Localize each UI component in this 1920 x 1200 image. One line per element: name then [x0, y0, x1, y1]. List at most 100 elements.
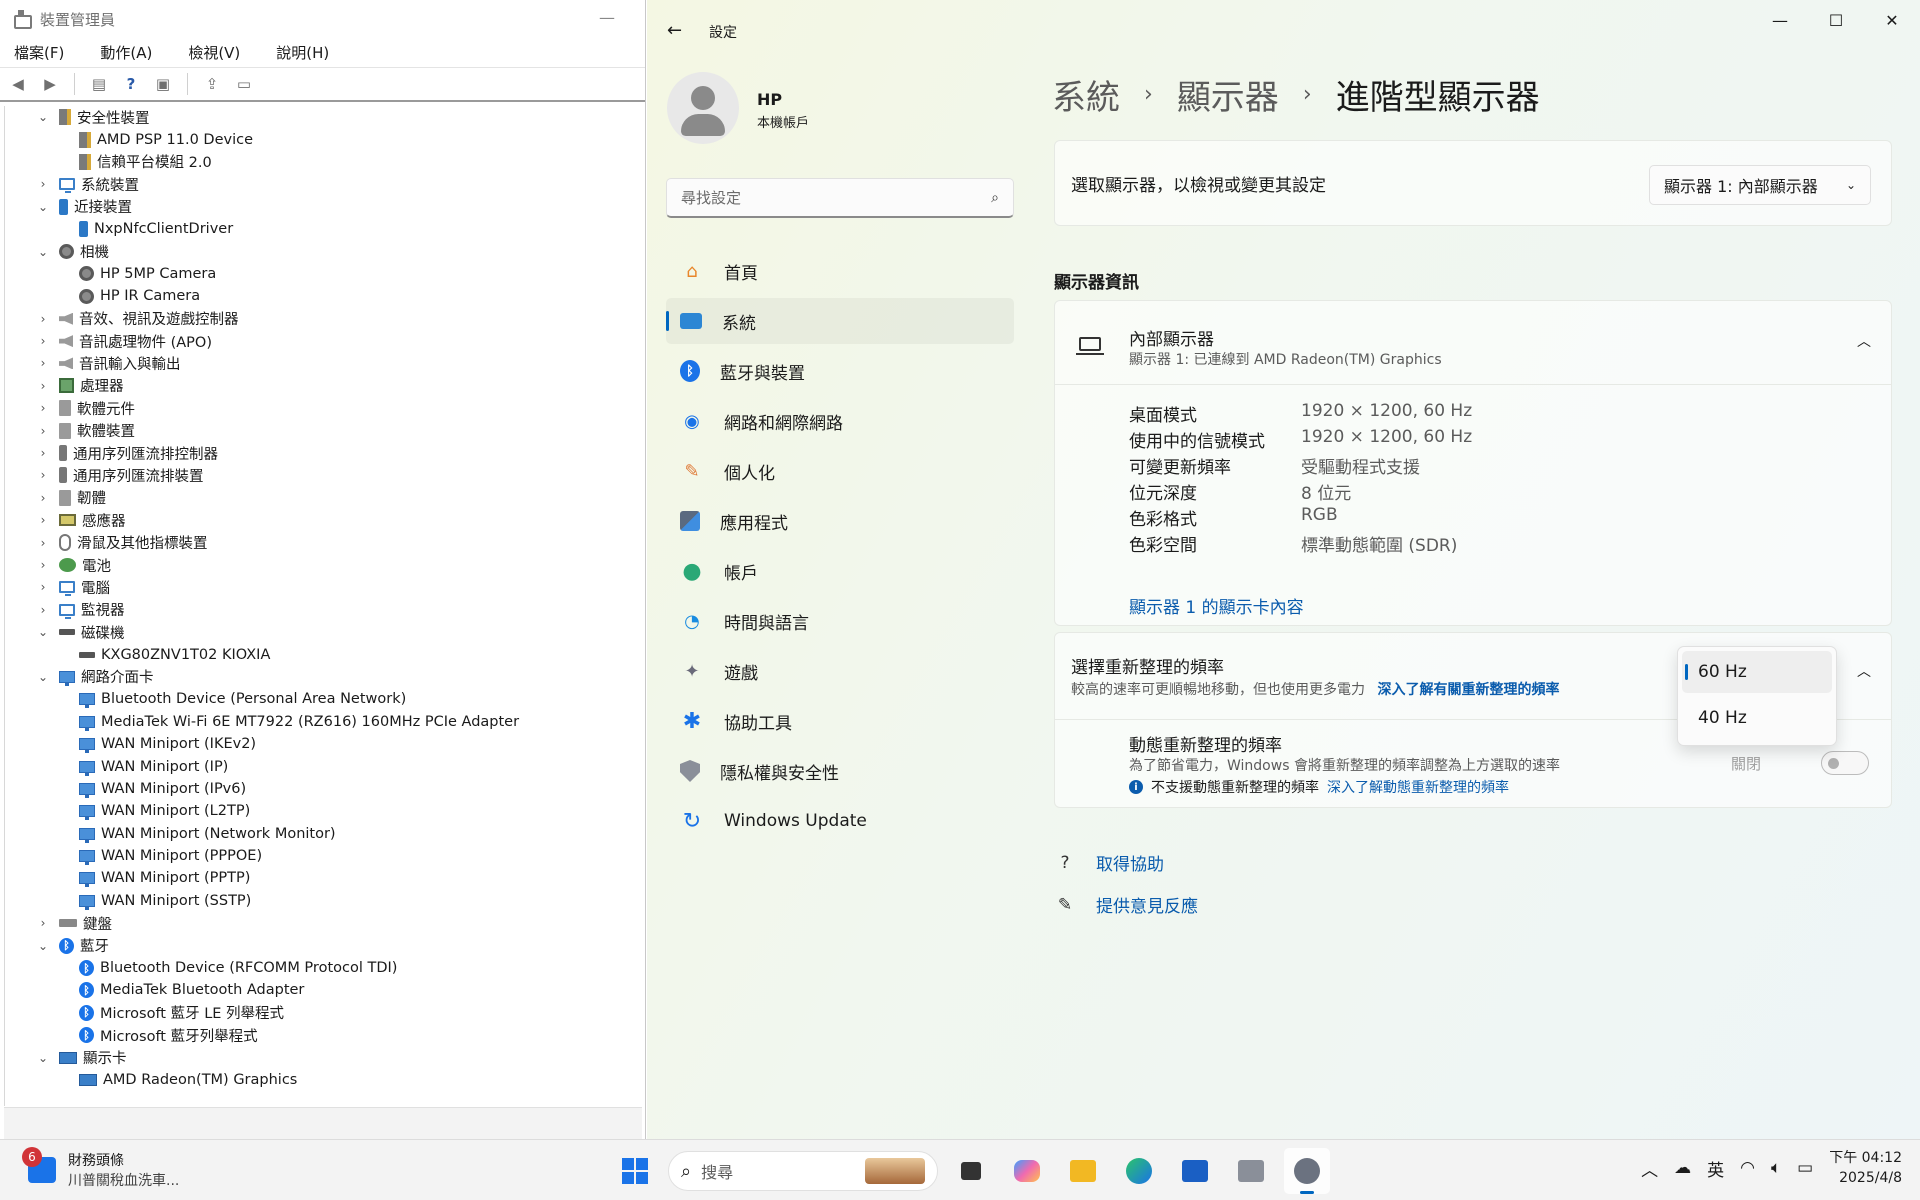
chevron-right-icon[interactable]: › [35, 177, 51, 191]
tree-device-item[interactable]: AMD Radeon(TM) Graphics [5, 1069, 642, 1091]
chevron-right-icon[interactable]: › [35, 491, 51, 505]
tree-device-item[interactable]: ᛒ MediaTek Bluetooth Adapter [5, 979, 642, 1001]
properties-icon[interactable]: ▣ [151, 73, 175, 95]
close-icon[interactable]: ✕ [1864, 0, 1920, 40]
tree-category-item[interactable]: › 通用序列匯流排控制器 [5, 442, 642, 464]
tree-device-item[interactable]: ᛒ Microsoft 藍牙列舉程式 [5, 1024, 642, 1046]
copilot-button[interactable] [1004, 1148, 1050, 1194]
settings-taskbar-button[interactable] [1284, 1148, 1330, 1194]
chevron-up-icon[interactable]: ︿ [1857, 331, 1871, 351]
chevron-down-icon[interactable]: ⌄ [35, 939, 51, 953]
chevron-down-icon[interactable]: ⌄ [35, 110, 51, 124]
tree-category-item[interactable]: ⌄ 相機 [5, 240, 642, 262]
chevron-down-icon[interactable]: ⌄ [35, 625, 51, 639]
chevron-right-icon[interactable]: › [35, 603, 51, 617]
tree-category-item[interactable]: › 韌體 [5, 487, 642, 509]
tree-category-item[interactable]: › 軟體裝置 [5, 419, 642, 441]
chevron-right-icon[interactable]: › [35, 334, 51, 348]
update-driver-icon[interactable]: ⇪ [200, 73, 224, 95]
tree-category-item[interactable]: › 鍵盤 [5, 912, 642, 934]
back-arrow-icon[interactable]: ← [667, 20, 682, 41]
tree-category-item[interactable]: ⌄ 磁碟機 [5, 621, 642, 643]
nav-item[interactable]: 應用程式 [666, 498, 1014, 544]
menu-view[interactable]: 檢視(V) [180, 42, 248, 63]
tree-device-item[interactable]: 信賴平台模組 2.0 [5, 151, 642, 173]
nav-item[interactable]: ✱ 協助工具 [666, 698, 1014, 744]
tree-device-item[interactable]: HP 5MP Camera [5, 263, 642, 285]
chevron-right-icon[interactable]: › [35, 312, 51, 326]
tree-device-item[interactable]: HP IR Camera [5, 285, 642, 307]
display-info-header[interactable]: 內部顯示器 顯示器 1: 已連線到 AMD Radeon(TM) Graphic… [1055, 301, 1891, 385]
volume-icon[interactable]: 🔈︎ [1771, 1158, 1781, 1178]
tree-device-item[interactable]: WAN Miniport (IP) [5, 755, 642, 777]
chevron-up-icon[interactable]: ︿ [1857, 661, 1871, 681]
back-arrow-icon[interactable]: ◀ [6, 73, 30, 95]
nav-item[interactable]: ✦ 遊戲 [666, 648, 1014, 694]
tree-device-item[interactable]: WAN Miniport (SSTP) [5, 890, 642, 912]
dynamic-refresh-learn-more-link[interactable]: 深入了解動態重新整理的頻率 [1327, 777, 1509, 797]
dynamic-refresh-toggle[interactable] [1821, 751, 1869, 775]
chevron-right-icon[interactable]: › [35, 513, 51, 527]
store-button[interactable] [1172, 1148, 1218, 1194]
chevron-right-icon[interactable]: › [35, 401, 51, 415]
tree-category-item[interactable]: › 系統裝置 [5, 173, 642, 195]
tree-device-item[interactable]: WAN Miniport (IPv6) [5, 778, 642, 800]
refresh-rate-learn-more-link[interactable]: 深入了解有關重新整理的頻率 [1377, 682, 1559, 698]
search-input[interactable]: 尋找設定 ⌕ [666, 178, 1014, 218]
scan-hardware-icon[interactable]: ▭ [232, 73, 256, 95]
edge-button[interactable] [1116, 1148, 1162, 1194]
tree-device-item[interactable]: WAN Miniport (IKEv2) [5, 733, 642, 755]
display-select-dropdown[interactable]: 顯示器 1: 內部顯示器 ⌄ [1649, 165, 1871, 205]
chevron-down-icon[interactable]: ⌄ [35, 670, 51, 684]
maximize-icon[interactable]: ☐ [1808, 0, 1864, 40]
ime-indicator[interactable]: 英 [1707, 1156, 1724, 1181]
wifi-icon[interactable]: ◠ [1740, 1158, 1755, 1178]
tree-category-item[interactable]: ⌄ ᛒ 藍牙 [5, 934, 642, 956]
chevron-right-icon[interactable]: › [35, 558, 51, 572]
tree-category-item[interactable]: › 音訊處理物件 (APO) [5, 330, 642, 352]
cloud-offline-icon[interactable]: ☁ [1674, 1158, 1691, 1178]
chevron-right-icon[interactable]: › [35, 379, 51, 393]
tree-category-item[interactable]: › 通用序列匯流排裝置 [5, 464, 642, 486]
chevron-right-icon[interactable]: › [35, 536, 51, 550]
search-icon[interactable]: ⌕ [991, 190, 999, 206]
tree-device-item[interactable]: MediaTek Wi-Fi 6E MT7922 (RZ616) 160MHz … [5, 711, 642, 733]
file-explorer-button[interactable] [1060, 1148, 1106, 1194]
chevron-right-icon[interactable]: › [35, 446, 51, 460]
tree-device-item[interactable]: WAN Miniport (Network Monitor) [5, 823, 642, 845]
avatar[interactable] [667, 72, 739, 144]
tree-device-item[interactable]: ᛒ Bluetooth Device (RFCOMM Protocol TDI) [5, 957, 642, 979]
refresh-option-40hz[interactable]: 40 Hz [1682, 697, 1832, 739]
tree-category-item[interactable]: ⌄ 近接裝置 [5, 196, 642, 218]
chevron-right-icon[interactable]: › [35, 356, 51, 370]
tree-category-item[interactable]: › 電腦 [5, 576, 642, 598]
tree-category-item[interactable]: › 感應器 [5, 509, 642, 531]
taskbar-search[interactable]: ⌕ 搜尋 [668, 1151, 938, 1191]
nav-item[interactable]: ◔ 時間與語言 [666, 598, 1014, 644]
nav-item[interactable]: ✎ 個人化 [666, 448, 1014, 494]
tree-category-item[interactable]: ⌄ 顯示卡 [5, 1046, 642, 1068]
nav-item[interactable]: 系統 [666, 298, 1014, 344]
start-button[interactable] [612, 1148, 658, 1194]
tree-device-item[interactable]: Bluetooth Device (Personal Area Network) [5, 688, 642, 710]
chevron-up-icon[interactable]: ︿ [1641, 1156, 1658, 1181]
tree-device-item[interactable]: AMD PSP 11.0 Device [5, 128, 642, 150]
tree-device-item[interactable]: WAN Miniport (L2TP) [5, 800, 642, 822]
minimize-icon[interactable]: — [599, 8, 615, 27]
tree-category-item[interactable]: › 軟體元件 [5, 397, 642, 419]
battery-icon[interactable]: ▭ [1797, 1158, 1813, 1178]
tree-category-item[interactable]: › 電池 [5, 554, 642, 576]
tree-device-item[interactable]: NxpNfcClientDriver [5, 218, 642, 240]
tree-device-item[interactable]: WAN Miniport (PPPOE) [5, 845, 642, 867]
menu-help[interactable]: 說明(H) [268, 42, 337, 63]
chevron-right-icon[interactable]: › [35, 424, 51, 438]
refresh-option-60hz[interactable]: 60 Hz [1682, 651, 1832, 693]
menu-file[interactable]: 檔案(F) [6, 42, 72, 63]
nav-item[interactable]: ↻ Windows Update [666, 798, 1014, 844]
nav-item[interactable]: ● 帳戶 [666, 548, 1014, 594]
chevron-down-icon[interactable]: ⌄ [35, 245, 51, 259]
nav-item[interactable]: ᛒ 藍牙與裝置 [666, 348, 1014, 394]
tree-device-item[interactable]: ᛒ Microsoft 藍牙 LE 列舉程式 [5, 1002, 642, 1024]
task-view-button[interactable] [948, 1148, 994, 1194]
tree-category-item[interactable]: ⌄ 安全性裝置 [5, 106, 642, 128]
